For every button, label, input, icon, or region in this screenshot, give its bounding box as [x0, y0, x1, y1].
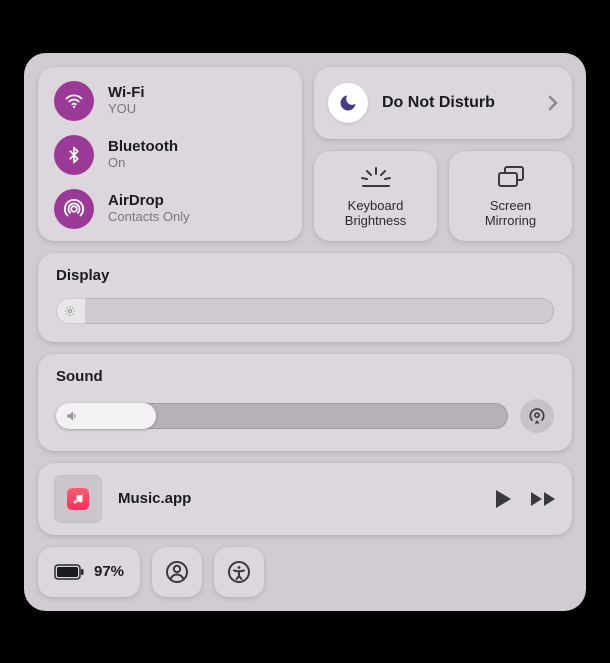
- bottom-row: 97%: [38, 547, 572, 597]
- user-icon: [165, 560, 189, 584]
- connectivity-card: Wi-Fi YOU Bluetooth On: [38, 67, 302, 241]
- wifi-row[interactable]: Wi-Fi YOU: [54, 81, 286, 121]
- keyboard-brightness-button[interactable]: KeyboardBrightness: [314, 151, 437, 241]
- screen-mirroring-icon: [496, 163, 526, 191]
- mini-row: KeyboardBrightness ScreenMirroring: [314, 151, 572, 241]
- airplay-icon: [527, 406, 547, 426]
- chevron-right-icon: [548, 95, 558, 111]
- wifi-subtitle: YOU: [108, 102, 145, 117]
- music-app-name: Music.app: [118, 490, 478, 507]
- display-card: Display: [38, 253, 572, 342]
- do-not-disturb-button[interactable]: Do Not Disturb: [314, 67, 572, 139]
- airdrop-subtitle: Contacts Only: [108, 210, 190, 225]
- airdrop-row[interactable]: AirDrop Contacts Only: [54, 189, 286, 229]
- screen-mirroring-label: ScreenMirroring: [485, 199, 536, 229]
- sound-title: Sound: [56, 368, 554, 385]
- wifi-title: Wi-Fi: [108, 84, 145, 101]
- airdrop-icon: [54, 189, 94, 229]
- music-artwork: [54, 475, 102, 523]
- moon-icon: [328, 83, 368, 123]
- keyboard-brightness-label: KeyboardBrightness: [345, 199, 406, 229]
- bluetooth-row[interactable]: Bluetooth On: [54, 135, 286, 175]
- display-title: Display: [56, 267, 554, 284]
- sound-slider[interactable]: [56, 403, 508, 429]
- sound-slider-thumb: [56, 403, 156, 429]
- music-app-icon: [67, 488, 89, 510]
- bluetooth-text: Bluetooth On: [108, 138, 178, 170]
- wifi-icon: [54, 81, 94, 121]
- keyboard-brightness-icon: [359, 163, 393, 191]
- volume-low-icon: [64, 409, 80, 423]
- display-slider[interactable]: [56, 298, 554, 324]
- accessibility-icon: [227, 560, 251, 584]
- screen-mirroring-button[interactable]: ScreenMirroring: [449, 151, 572, 241]
- music-controls: [494, 489, 556, 509]
- accessibility-button[interactable]: [214, 547, 264, 597]
- wifi-text: Wi-Fi YOU: [108, 84, 145, 116]
- now-playing-card[interactable]: Music.app: [38, 463, 572, 535]
- airplay-audio-button[interactable]: [520, 399, 554, 433]
- do-not-disturb-label: Do Not Disturb: [382, 94, 534, 112]
- sound-row: [56, 399, 554, 433]
- battery-icon: [54, 564, 84, 580]
- top-right-column: Do Not Disturb: [314, 67, 572, 241]
- bluetooth-subtitle: On: [108, 156, 178, 171]
- bluetooth-title: Bluetooth: [108, 138, 178, 155]
- battery-label: 97%: [94, 563, 124, 580]
- airdrop-text: AirDrop Contacts Only: [108, 192, 190, 224]
- sound-card: Sound: [38, 354, 572, 451]
- battery-chip[interactable]: 97%: [38, 547, 140, 597]
- control-center-panel: Wi-Fi YOU Bluetooth On: [24, 53, 586, 611]
- play-button[interactable]: [494, 489, 512, 509]
- next-track-button[interactable]: [530, 491, 556, 507]
- airdrop-title: AirDrop: [108, 192, 190, 209]
- brightness-low-icon: [64, 305, 76, 317]
- user-switcher-button[interactable]: [152, 547, 202, 597]
- bluetooth-icon: [54, 135, 94, 175]
- top-row: Wi-Fi YOU Bluetooth On: [38, 67, 572, 241]
